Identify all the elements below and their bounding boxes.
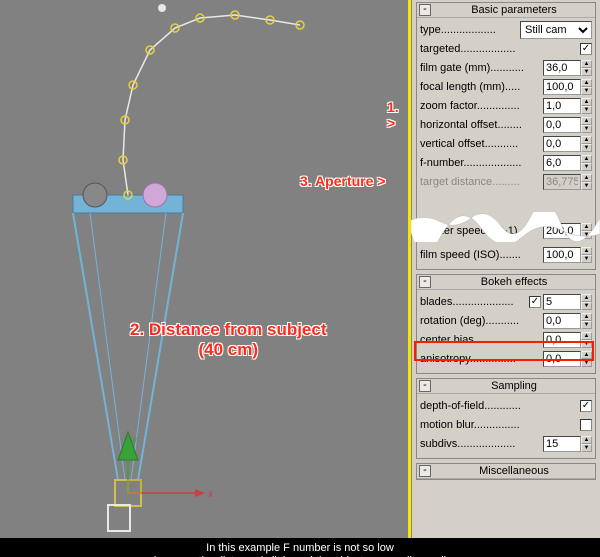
- rollout-bokeh: - Bokeh effects blades..................…: [416, 274, 596, 374]
- zoom-input[interactable]: [543, 98, 581, 114]
- spin-down[interactable]: ▼: [581, 87, 592, 95]
- targeted-checkbox[interactable]: ✓: [580, 43, 592, 55]
- shutter-speed-label: shutter speed (s^-1).: [420, 225, 541, 237]
- horizontal-offset-input[interactable]: [543, 117, 581, 133]
- horizontal-offset-label: horizontal offset........: [420, 119, 541, 131]
- spin-up[interactable]: ▲: [581, 332, 592, 340]
- spin-down[interactable]: ▼: [581, 359, 592, 367]
- spin-down[interactable]: ▼: [581, 255, 592, 263]
- f-number-label: f-number...................: [420, 157, 541, 169]
- rollout-header-basic[interactable]: - Basic parameters: [417, 3, 595, 18]
- spin-up[interactable]: ▲: [581, 155, 592, 163]
- vertical-offset-input[interactable]: [543, 136, 581, 152]
- spin-down: ▼: [581, 182, 592, 190]
- type-select[interactable]: Still cam: [520, 21, 592, 39]
- annotation-distance: 2. Distance from subject (40 cm): [130, 320, 327, 361]
- rollout-misc: - Miscellaneous: [416, 463, 596, 480]
- rollout-title-sampling: Sampling: [435, 380, 593, 392]
- f-number-input[interactable]: [543, 155, 581, 171]
- rollout-toggle-misc[interactable]: -: [419, 465, 431, 477]
- spin-up[interactable]: ▲: [581, 60, 592, 68]
- spin-down[interactable]: ▼: [581, 106, 592, 114]
- rollout-title-basic: Basic parameters: [435, 4, 593, 16]
- caption-line1: In this example F number is not so low: [0, 542, 600, 555]
- iso-input[interactable]: [543, 247, 581, 263]
- spin-down[interactable]: ▼: [581, 321, 592, 329]
- spin-down[interactable]: ▼: [581, 163, 592, 171]
- anisotropy-label: anisotropy...............: [420, 353, 541, 365]
- svg-text:x: x: [208, 489, 213, 500]
- viewport[interactable]: y x 2. Distance from subject (40 cm) 1. …: [0, 0, 410, 538]
- film-gate-input[interactable]: [543, 60, 581, 76]
- spin-up[interactable]: ▲: [581, 247, 592, 255]
- anisotropy-input[interactable]: [543, 351, 581, 367]
- rotation-input[interactable]: [543, 313, 581, 329]
- film-gate-label: film gate (mm)...........: [420, 62, 541, 74]
- spin-down[interactable]: ▼: [581, 340, 592, 348]
- subdivs-input[interactable]: [543, 436, 581, 452]
- blades-checkbox[interactable]: ✓: [529, 296, 541, 308]
- motion-blur-label: motion blur...............: [420, 419, 578, 431]
- parameters-panel[interactable]: - Basic parameters type.................…: [411, 0, 600, 538]
- spin-up[interactable]: ▲: [581, 313, 592, 321]
- target-distance-label: target distance.........: [420, 176, 541, 188]
- focal-length-input[interactable]: [543, 79, 581, 95]
- center-bias-label: center bias..............: [420, 334, 541, 346]
- vertical-offset-label: vertical offset...........: [420, 138, 541, 150]
- subdivs-label: subdivs...................: [420, 438, 541, 450]
- spin-down[interactable]: ▼: [581, 125, 592, 133]
- zoom-label: zoom factor..............: [420, 100, 541, 112]
- caption: In this example F number is not so low b…: [0, 538, 600, 557]
- spin-down[interactable]: ▼: [581, 302, 592, 310]
- rollout-header-bokeh[interactable]: - Bokeh effects: [417, 275, 595, 290]
- target-distance-input: [543, 174, 581, 190]
- targeted-label: targeted..................: [420, 43, 578, 55]
- annotation-aperture: 3. Aperture >: [300, 173, 385, 189]
- spin-down[interactable]: ▼: [581, 68, 592, 76]
- motion-blur-checkbox[interactable]: [580, 419, 592, 431]
- spin-up[interactable]: ▲: [581, 223, 592, 231]
- rollout-toggle-sampling[interactable]: -: [419, 380, 431, 392]
- rollout-toggle-bokeh[interactable]: -: [419, 276, 431, 288]
- rotation-label: rotation (deg)...........: [420, 315, 541, 327]
- spin-down[interactable]: ▼: [581, 444, 592, 452]
- rollout-sampling: - Sampling depth-of-field............ ✓ …: [416, 378, 596, 459]
- spin-down[interactable]: ▼: [581, 231, 592, 239]
- spin-up[interactable]: ▲: [581, 436, 592, 444]
- dof-label: depth-of-field............: [420, 400, 578, 412]
- rollout-basic: - Basic parameters type.................…: [416, 2, 596, 270]
- rollout-title-bokeh: Bokeh effects: [435, 276, 593, 288]
- spin-up: ▲: [581, 174, 592, 182]
- center-bias-input[interactable]: [543, 332, 581, 348]
- dof-checkbox[interactable]: ✓: [580, 400, 592, 412]
- blades-input[interactable]: [543, 294, 581, 310]
- rollout-toggle-basic[interactable]: -: [419, 4, 431, 16]
- rollout-header-misc[interactable]: - Miscellaneous: [417, 464, 595, 479]
- svg-text:y: y: [132, 435, 137, 446]
- rollout-header-sampling[interactable]: - Sampling: [417, 379, 595, 394]
- spin-up[interactable]: ▲: [581, 79, 592, 87]
- focal-length-label: focal length (mm).....: [420, 81, 541, 93]
- shutter-speed-input[interactable]: [543, 223, 581, 239]
- spin-up[interactable]: ▲: [581, 136, 592, 144]
- spin-down[interactable]: ▼: [581, 144, 592, 152]
- annotation-line1: 2. Distance from subject: [130, 320, 327, 339]
- annotation-1: 1. >: [387, 99, 410, 131]
- spin-up[interactable]: ▲: [581, 294, 592, 302]
- iso-label: film speed (ISO).......: [420, 249, 541, 261]
- spin-up[interactable]: ▲: [581, 98, 592, 106]
- type-label: type..................: [420, 24, 518, 36]
- rollout-title-misc: Miscellaneous: [435, 465, 593, 477]
- blades-label: blades....................: [420, 296, 527, 308]
- spin-up[interactable]: ▲: [581, 351, 592, 359]
- spin-up[interactable]: ▲: [581, 117, 592, 125]
- annotation-line2: (40 cm): [198, 340, 258, 359]
